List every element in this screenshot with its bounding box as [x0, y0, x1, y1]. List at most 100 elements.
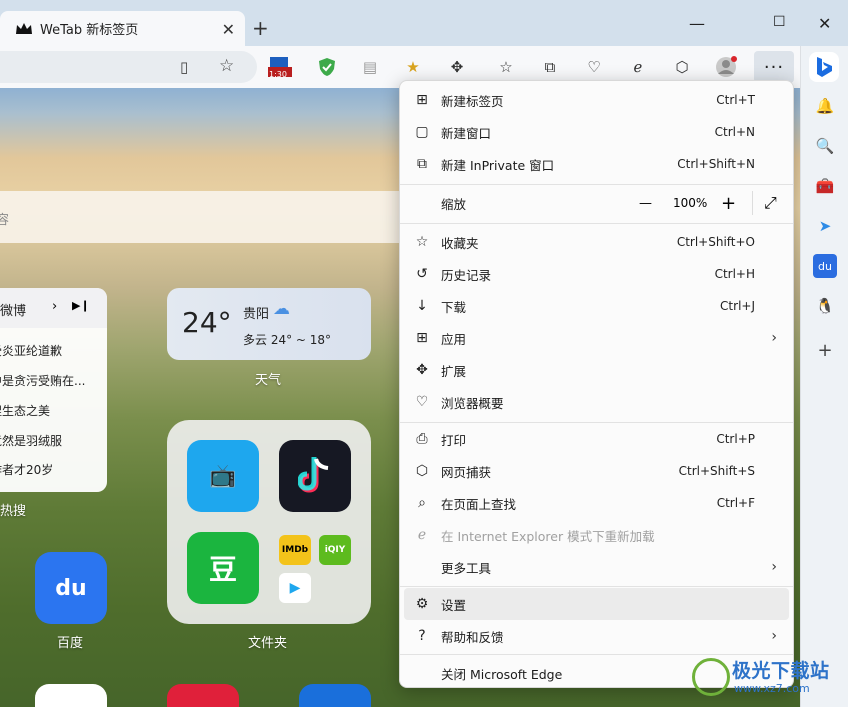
weather-widget[interactable]: 24° 贵阳 ☁ 多云 24° ~ 18°: [167, 288, 371, 360]
folder-caption: 文件夹: [248, 636, 288, 651]
chevron-right-icon: ›: [771, 559, 777, 575]
browser-tab[interactable]: WeTab 新标签页 ✕: [0, 11, 245, 46]
menu-item-help[interactable]: ? 帮助和反馈 ›: [400, 620, 793, 652]
baidu-icon[interactable]: du: [35, 552, 107, 624]
favorites-icon[interactable]: ☆: [495, 56, 517, 78]
favorites-icon: ☆: [415, 234, 429, 250]
list-item[interactable]: 受炎亚纶道歉: [0, 342, 62, 359]
new-tab-button[interactable]: +: [252, 18, 269, 38]
menu-item-extensions[interactable]: ✥ 扩展: [400, 354, 793, 386]
web-capture-icon[interactable]: ⬡: [671, 56, 693, 78]
divider: [752, 191, 753, 215]
address-bar[interactable]: ▯ ☆: [0, 51, 257, 83]
settings-and-more-button[interactable]: ···: [754, 51, 794, 83]
extensions-icon: ✥: [416, 362, 428, 378]
baidu-sidebar-icon[interactable]: du: [813, 254, 837, 278]
menu-item-downloads[interactable]: ↓ 下载 Ctrl+J: [400, 290, 793, 322]
menu-item-find[interactable]: ⌕ 在页面上查找 Ctrl+F: [400, 487, 793, 519]
iqiyi-icon[interactable]: iQIY: [319, 535, 351, 565]
close-tab-icon[interactable]: ✕: [222, 20, 235, 39]
menu-item-history[interactable]: ↺ 历史记录 Ctrl+H: [400, 258, 793, 290]
weather-city: 贵阳: [243, 307, 270, 322]
close-window-icon[interactable]: ✕: [818, 14, 831, 33]
new-window-icon: ▢: [415, 124, 429, 140]
maximize-icon[interactable]: ☐: [773, 14, 786, 30]
favorite-star-icon[interactable]: ☆: [219, 56, 234, 76]
add-icon[interactable]: +: [813, 338, 837, 362]
imdb-icon[interactable]: IMDb: [279, 535, 311, 565]
extension-badge: 1:30: [269, 70, 287, 79]
list-item[interactable]: 竟然是羽绒服: [0, 432, 62, 449]
google-play-icon[interactable]: ▶: [279, 573, 311, 603]
profile-avatar-icon[interactable]: [715, 56, 737, 78]
menu-item-web-capture[interactable]: ⬡ 网页捕获 Ctrl+Shift+S: [400, 455, 793, 487]
app-tile[interactable]: [167, 684, 239, 707]
watermark-text: 极光下载站: [732, 660, 830, 682]
notification-bell-icon[interactable]: 🔔: [813, 94, 837, 118]
find-icon: ⌕: [418, 495, 426, 511]
menu-item-new-inprivate[interactable]: ⧉ 新建 InPrivate 窗口 Ctrl+Shift+N: [400, 148, 793, 180]
bilibili-icon[interactable]: 📺: [187, 440, 259, 512]
history-icon: ↺: [416, 266, 428, 282]
menu-item-new-window[interactable]: ▢ 新建窗口 Ctrl+N: [400, 116, 793, 148]
divider: [400, 586, 793, 587]
fullscreen-icon[interactable]: ⤢: [764, 193, 777, 213]
list-item[interactable]: 中是贪污受贿在...: [0, 372, 85, 389]
next-icon[interactable]: ›: [52, 299, 57, 314]
search-placeholder: 容: [0, 213, 10, 228]
chevron-right-icon: ›: [771, 628, 777, 644]
browser-essentials-icon[interactable]: ♡: [583, 56, 605, 78]
zoom-out-button[interactable]: —: [639, 196, 652, 211]
settings-and-more-menu: ⊞ 新建标签页 Ctrl+T ▢ 新建窗口 Ctrl+N ⧉ 新建 InPriv…: [399, 80, 794, 688]
extensions-puzzle-icon[interactable]: ✥: [446, 56, 468, 78]
menu-item-new-tab[interactable]: ⊞ 新建标签页 Ctrl+T: [400, 84, 793, 116]
app-folder[interactable]: 📺 豆 IMDb iQIY ▶: [167, 420, 371, 624]
menu-item-browser-essentials[interactable]: ♡ 浏览器概要: [400, 386, 793, 418]
tab-title: WeTab 新标签页: [40, 23, 139, 38]
send-icon[interactable]: ➤: [813, 214, 837, 238]
skip-icon[interactable]: ▶❙: [72, 299, 90, 312]
cloudy-icon: ☁: [273, 299, 290, 319]
clipboard-icon[interactable]: ▤: [359, 56, 381, 78]
divider: [400, 184, 793, 185]
watermark-logo-icon: [692, 658, 730, 696]
zoom-value: 100%: [673, 196, 708, 210]
ie-mode-icon: ℯ: [417, 527, 427, 543]
minimize-icon[interactable]: —: [689, 14, 705, 33]
douban-icon[interactable]: 豆: [187, 532, 259, 604]
weather-caption: 天气: [255, 373, 282, 388]
weibo-title: 微博: [0, 304, 27, 319]
zoom-in-button[interactable]: +: [721, 193, 736, 214]
menu-item-apps[interactable]: ⊞ 应用 ›: [400, 322, 793, 354]
menu-item-more-tools[interactable]: 更多工具 ›: [400, 551, 793, 583]
app-tile[interactable]: [35, 684, 107, 707]
chevron-right-icon: ›: [771, 330, 777, 346]
menu-item-print[interactable]: ⎙ 打印 Ctrl+P: [400, 423, 793, 455]
search-input[interactable]: 容: [0, 191, 401, 243]
watermark-logo: 极光下载站 www.xz7.com: [690, 652, 840, 702]
search-icon[interactable]: 🔍: [813, 134, 837, 158]
list-item[interactable]: 涅生态之美: [0, 402, 50, 419]
ie-mode-icon[interactable]: ℯ: [627, 56, 649, 78]
bing-copilot-icon[interactable]: [809, 52, 839, 82]
menu-item-favorites[interactable]: ☆ 收藏夹 Ctrl+Shift+O: [400, 226, 793, 258]
list-item[interactable]: 作者才20岁: [0, 461, 53, 478]
help-icon: ?: [418, 628, 426, 644]
pet-extension-icon[interactable]: ★: [402, 56, 424, 78]
weibo-caption: 热搜: [0, 504, 27, 519]
menu-item-zoom: 缩放 — 100% + ⤢: [441, 191, 777, 215]
weather-temp: 24°: [182, 306, 232, 339]
app-tile[interactable]: [299, 684, 371, 707]
weather-condition: 多云 24° ~ 18°: [243, 333, 332, 347]
qq-icon[interactable]: 🐧: [813, 294, 837, 318]
tools-icon[interactable]: 🧰: [813, 174, 837, 198]
menu-item-settings[interactable]: ⚙ 设置: [404, 588, 789, 620]
wetab-crown-icon: [16, 21, 32, 37]
shield-icon[interactable]: [316, 56, 338, 78]
collections-icon[interactable]: ⧉: [539, 56, 561, 78]
inprivate-icon: ⧉: [417, 156, 427, 172]
weibo-hot-card[interactable]: 微博 › ▶❙ 受炎亚纶道歉 中是贪污受贿在... 涅生态之美 竟然是羽绒服 作…: [0, 288, 107, 492]
baidu-caption: 百度: [57, 636, 84, 651]
tiktok-icon[interactable]: [279, 440, 351, 512]
reader-view-icon[interactable]: ▯: [180, 58, 188, 76]
